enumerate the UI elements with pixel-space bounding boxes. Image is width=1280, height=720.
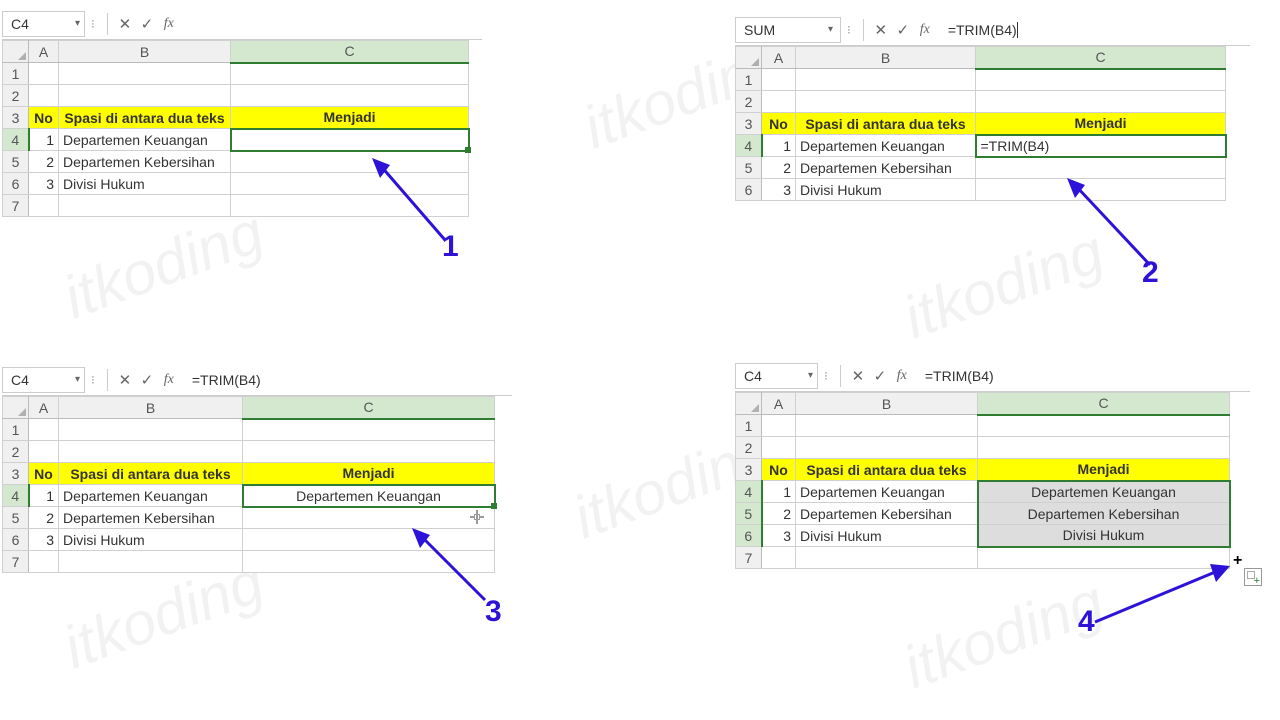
select-all-corner[interactable] — [736, 393, 762, 415]
row-head-5[interactable]: 5 — [3, 151, 29, 173]
name-box[interactable]: SUM▾ — [735, 17, 841, 43]
col-head-A[interactable]: A — [29, 397, 59, 419]
cancel-formula-button[interactable]: ✕ — [114, 369, 136, 391]
dropdown-icon[interactable]: ▾ — [75, 18, 80, 29]
select-all-corner[interactable] — [3, 41, 29, 63]
active-cell[interactable]: =TRIM(B4) — [976, 135, 1226, 157]
name-box[interactable]: C4▾ — [2, 11, 85, 37]
active-cell[interactable]: Departemen Keuangan — [243, 485, 495, 507]
step-number: 2 — [1142, 256, 1159, 290]
dots-icon: ⁝ — [847, 23, 851, 37]
row-head-1[interactable]: 1 — [3, 63, 29, 85]
name-box[interactable]: C4▾ — [2, 367, 85, 393]
row-head-3[interactable]: 3 — [3, 107, 29, 129]
step-number: 1 — [442, 230, 459, 264]
name-box[interactable]: C4▾ — [735, 363, 818, 389]
col-head-C[interactable]: C — [976, 47, 1226, 69]
excel-panel-2: SUM▾ ⁝ ✕ ✓ fx =TRIM(B4) ABC 1 2 3NoSpasi… — [735, 14, 1250, 201]
active-cell[interactable]: Departemen Keuangan — [978, 481, 1230, 503]
formula-bar: C4▾ ⁝ ✕ ✓ fx — [2, 8, 482, 40]
formula-input[interactable]: =TRIM(B4) — [913, 368, 1250, 384]
col-head-A[interactable]: A — [29, 41, 59, 63]
step-number: 4 — [1078, 605, 1095, 639]
dropdown-icon[interactable]: ▾ — [828, 24, 833, 35]
spreadsheet-grid[interactable]: ABC 1 2 3NoSpasi di antara dua teksMenja… — [735, 392, 1231, 569]
col-head-A[interactable]: A — [762, 393, 796, 415]
dots-icon: ⁝ — [91, 373, 95, 387]
col-head-C[interactable]: C — [243, 397, 495, 419]
confirm-formula-button[interactable]: ✓ — [869, 365, 891, 387]
row-head-2[interactable]: 2 — [3, 85, 29, 107]
formula-input[interactable]: =TRIM(B4) — [180, 372, 512, 388]
cancel-formula-button[interactable]: ✕ — [114, 13, 136, 35]
confirm-formula-button[interactable]: ✓ — [892, 19, 914, 41]
dropdown-icon[interactable]: ▾ — [75, 374, 80, 385]
dropdown-icon[interactable]: ▾ — [808, 370, 813, 381]
col-head-B[interactable]: B — [796, 47, 976, 69]
insert-function-button[interactable]: fx — [914, 19, 936, 41]
insert-function-button[interactable]: fx — [891, 365, 913, 387]
annotation-arrow-4 — [1090, 560, 1240, 630]
col-head-B[interactable]: B — [59, 397, 243, 419]
dots-icon: ⁝ — [91, 17, 95, 31]
confirm-formula-button[interactable]: ✓ — [136, 369, 158, 391]
insert-function-button[interactable]: fx — [158, 369, 180, 391]
col-head-B[interactable]: B — [59, 41, 231, 63]
active-cell[interactable] — [231, 129, 469, 151]
select-all-corner[interactable] — [3, 397, 29, 419]
col-head-C[interactable]: C — [978, 393, 1230, 415]
cancel-formula-button[interactable]: ✕ — [847, 365, 869, 387]
col-head-B[interactable]: B — [796, 393, 978, 415]
formula-bar: SUM▾ ⁝ ✕ ✓ fx =TRIM(B4) — [735, 14, 1250, 46]
row-head-4[interactable]: 4 — [3, 129, 29, 151]
formula-bar: C4▾ ⁝ ✕ ✓ fx =TRIM(B4) — [735, 360, 1250, 392]
excel-panel-4: C4▾ ⁝ ✕ ✓ fx =TRIM(B4) ABC 1 2 3NoSpasi … — [735, 360, 1250, 569]
step-number: 3 — [485, 595, 502, 629]
formula-bar: C4▾ ⁝ ✕ ✓ fx =TRIM(B4) — [2, 364, 512, 396]
dots-icon: ⁝ — [824, 369, 828, 383]
confirm-formula-button[interactable]: ✓ — [136, 13, 158, 35]
select-all-corner[interactable] — [736, 47, 762, 69]
row-head-6[interactable]: 6 — [3, 173, 29, 195]
col-head-C[interactable]: C — [231, 41, 469, 63]
insert-function-button[interactable]: fx — [158, 13, 180, 35]
watermark: itkoding — [54, 197, 272, 333]
autofill-options-icon[interactable] — [1244, 568, 1262, 586]
cancel-formula-button[interactable]: ✕ — [870, 19, 892, 41]
row-head-7[interactable]: 7 — [3, 195, 29, 217]
formula-input[interactable]: =TRIM(B4) — [936, 22, 1250, 38]
col-head-A[interactable]: A — [762, 47, 796, 69]
